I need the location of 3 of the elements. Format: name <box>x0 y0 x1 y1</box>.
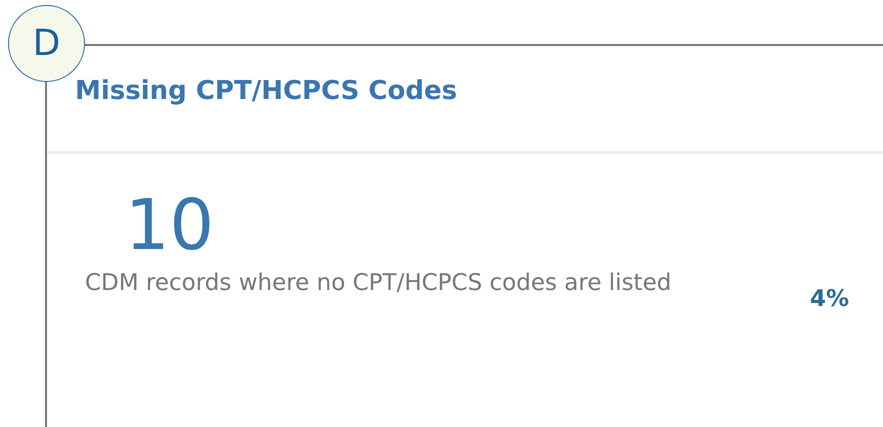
metric-value: 10 <box>125 190 214 260</box>
metric-percent: 4% <box>810 285 850 314</box>
metric-description: CDM records where no CPT/HCPCS codes are listed <box>85 269 672 298</box>
